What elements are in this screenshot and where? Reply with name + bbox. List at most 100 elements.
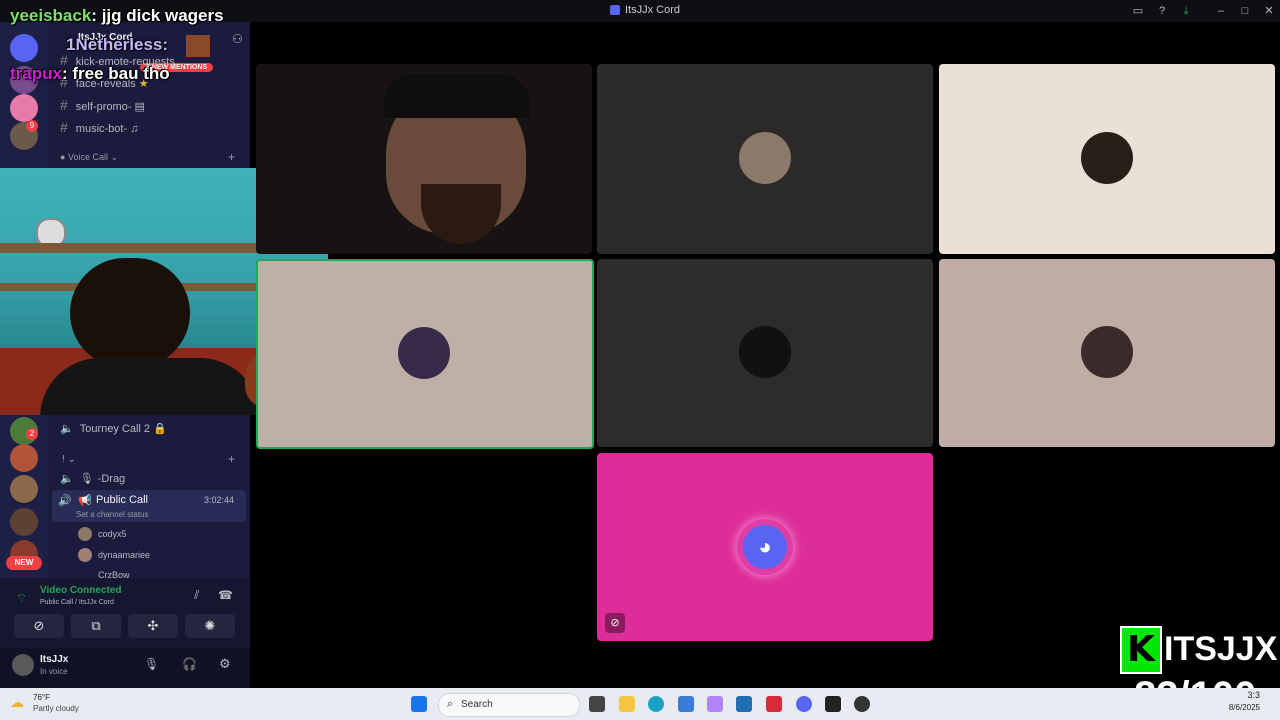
channel-item-public-call[interactable]: 🔊 📢 Public Call 3:02:44 Set a channel st… — [52, 490, 246, 522]
microphone-icon[interactable]: 🎙 — [144, 657, 159, 671]
hash-icon: # — [60, 97, 68, 113]
help-icon[interactable]: ? — [1154, 3, 1170, 19]
emote-image — [186, 35, 210, 57]
search-icon: ⌕ — [447, 698, 454, 710]
user-status: In voice — [40, 667, 68, 676]
participant-avatar — [1081, 326, 1133, 378]
kick-logo-icon: K — [1120, 626, 1162, 674]
server-icon[interactable] — [10, 475, 38, 503]
server-icon[interactable] — [10, 508, 38, 536]
search-placeholder: Search — [461, 699, 493, 710]
channel-item[interactable]: # self-promo- ▤ — [60, 97, 145, 113]
video-tile[interactable]: ◕ ⊘ — [597, 453, 933, 641]
server-icon[interactable] — [10, 444, 38, 472]
weather-temp[interactable]: 76°F — [33, 693, 50, 702]
headphones-icon[interactable]: 🎧 — [182, 657, 197, 671]
server-icon[interactable] — [10, 94, 38, 122]
add-channel-icon[interactable]: + — [228, 452, 235, 466]
disconnect-icon[interactable]: ☎ — [218, 588, 233, 602]
activities-button[interactable]: ✣ — [128, 614, 178, 638]
brand-name: ITSJJX — [1164, 630, 1278, 668]
video-tile[interactable] — [597, 64, 933, 254]
avatar — [78, 527, 92, 541]
call-timer: 3:02:44 — [204, 495, 235, 505]
close-button[interactable]: ✕ — [1261, 3, 1277, 19]
edge-browser-icon[interactable] — [648, 696, 664, 712]
avatar[interactable] — [12, 654, 34, 676]
person-body — [40, 358, 260, 415]
weather-icon[interactable]: ☁ — [10, 694, 24, 711]
megaphone-icon: 📢 — [78, 495, 92, 507]
shelf — [0, 243, 260, 253]
windows-start-icon[interactable] — [411, 696, 427, 712]
voice-section-header[interactable]: ● Voice Call ⌄ — [60, 152, 118, 163]
brand-logo: K ITSJJX — [1120, 626, 1278, 674]
connection-status: Video Connected — [40, 585, 122, 596]
noise-suppression-icon[interactable]: ⫽ — [194, 588, 199, 603]
app-logo-icon — [610, 5, 620, 15]
app-icon[interactable] — [766, 696, 782, 712]
document-icon: ▤ — [134, 101, 145, 113]
new-badge: NEW — [6, 556, 42, 570]
lock-icon: 🔒 — [153, 423, 167, 435]
video-tile[interactable] — [597, 259, 933, 447]
settings-gear-icon[interactable]: ⚙ — [219, 656, 231, 672]
channel-label: self-promo- — [75, 101, 132, 113]
participant-avatar — [398, 327, 450, 379]
video-tile-camera[interactable] — [256, 64, 592, 254]
channel-item-drag[interactable]: 🔈 🎙 -Drag — [60, 472, 125, 485]
app-icon[interactable] — [854, 696, 870, 712]
server-icon[interactable] — [10, 34, 38, 62]
store-icon[interactable] — [736, 696, 752, 712]
person-head — [70, 258, 190, 368]
chat-message: 1Netherless: — [66, 35, 210, 57]
participant-cap — [384, 74, 530, 118]
clock-date: 8/6/2025 — [1228, 703, 1260, 712]
hash-icon: # — [60, 119, 68, 135]
speaker-icon: 🔈 — [60, 423, 74, 435]
avatar — [78, 548, 92, 562]
clock-time[interactable]: 3:3 — [1220, 690, 1260, 700]
section-header[interactable]: ! ⌄ — [62, 454, 76, 465]
discord-icon[interactable] — [796, 696, 812, 712]
download-icon[interactable]: ⤓ — [1178, 3, 1194, 19]
search-bar[interactable]: ⌕ Search — [438, 693, 580, 717]
chat-message: yeeisback: jjg dick wagers — [10, 6, 224, 25]
channel-label: Public Call — [96, 494, 148, 506]
video-tile[interactable] — [939, 259, 1275, 447]
task-view-icon[interactable] — [589, 696, 605, 712]
inbox-icon[interactable]: ▭ — [1130, 3, 1146, 19]
participant-avatar — [739, 132, 791, 184]
discord-avatar: ◕ — [737, 519, 793, 575]
user-panel: ItsJJx In voice 🎙 🎧 ⚙ — [0, 648, 250, 688]
participant-beard — [421, 184, 501, 244]
participant-avatar — [1081, 132, 1133, 184]
camera-off-button[interactable]: ⊘ — [14, 614, 64, 638]
channel-item[interactable]: # music-bot- ♫ — [60, 119, 138, 135]
soundboard-button[interactable]: ✺ — [185, 614, 235, 638]
window-title: ItsJJx Cord — [625, 4, 681, 16]
voice-panel: ⌔ Video Connected Public Call / ItsJJx C… — [0, 578, 250, 688]
mention-badge: 2 — [26, 428, 38, 440]
mention-badge: 9 — [26, 120, 38, 132]
taskbar: ☁ 76°F Partly cloudy ⌕ Search 3:3 8/6/20… — [0, 688, 1280, 720]
user-name[interactable]: ItsJJx — [40, 654, 68, 665]
app-icon[interactable] — [707, 696, 723, 712]
channel-item-tourney-call[interactable]: 🔈 Tourney Call 2 🔒 — [60, 422, 167, 435]
minimize-button[interactable]: – — [1213, 3, 1229, 19]
camera-off-icon: ⊘ — [605, 613, 625, 633]
signal-icon[interactable]: ⌔ — [16, 591, 27, 606]
app-icon[interactable] — [678, 696, 694, 712]
file-explorer-icon[interactable] — [619, 696, 635, 712]
chat-message: trapux: free bau tho — [10, 64, 170, 83]
epic-games-icon[interactable] — [825, 696, 841, 712]
screen-share-button[interactable]: ⧉ — [71, 614, 121, 638]
voice-member[interactable]: CrzBow — [78, 570, 178, 578]
channel-status-input[interactable]: Set a channel status — [76, 510, 149, 519]
maximize-button[interactable]: □ — [1237, 3, 1253, 19]
add-member-icon[interactable]: ⚇ — [232, 32, 243, 46]
video-tile[interactable] — [939, 64, 1275, 254]
video-tile-speaking[interactable] — [256, 259, 594, 449]
weather-desc: Partly cloudy — [33, 704, 79, 713]
add-channel-icon[interactable]: + — [228, 150, 235, 164]
